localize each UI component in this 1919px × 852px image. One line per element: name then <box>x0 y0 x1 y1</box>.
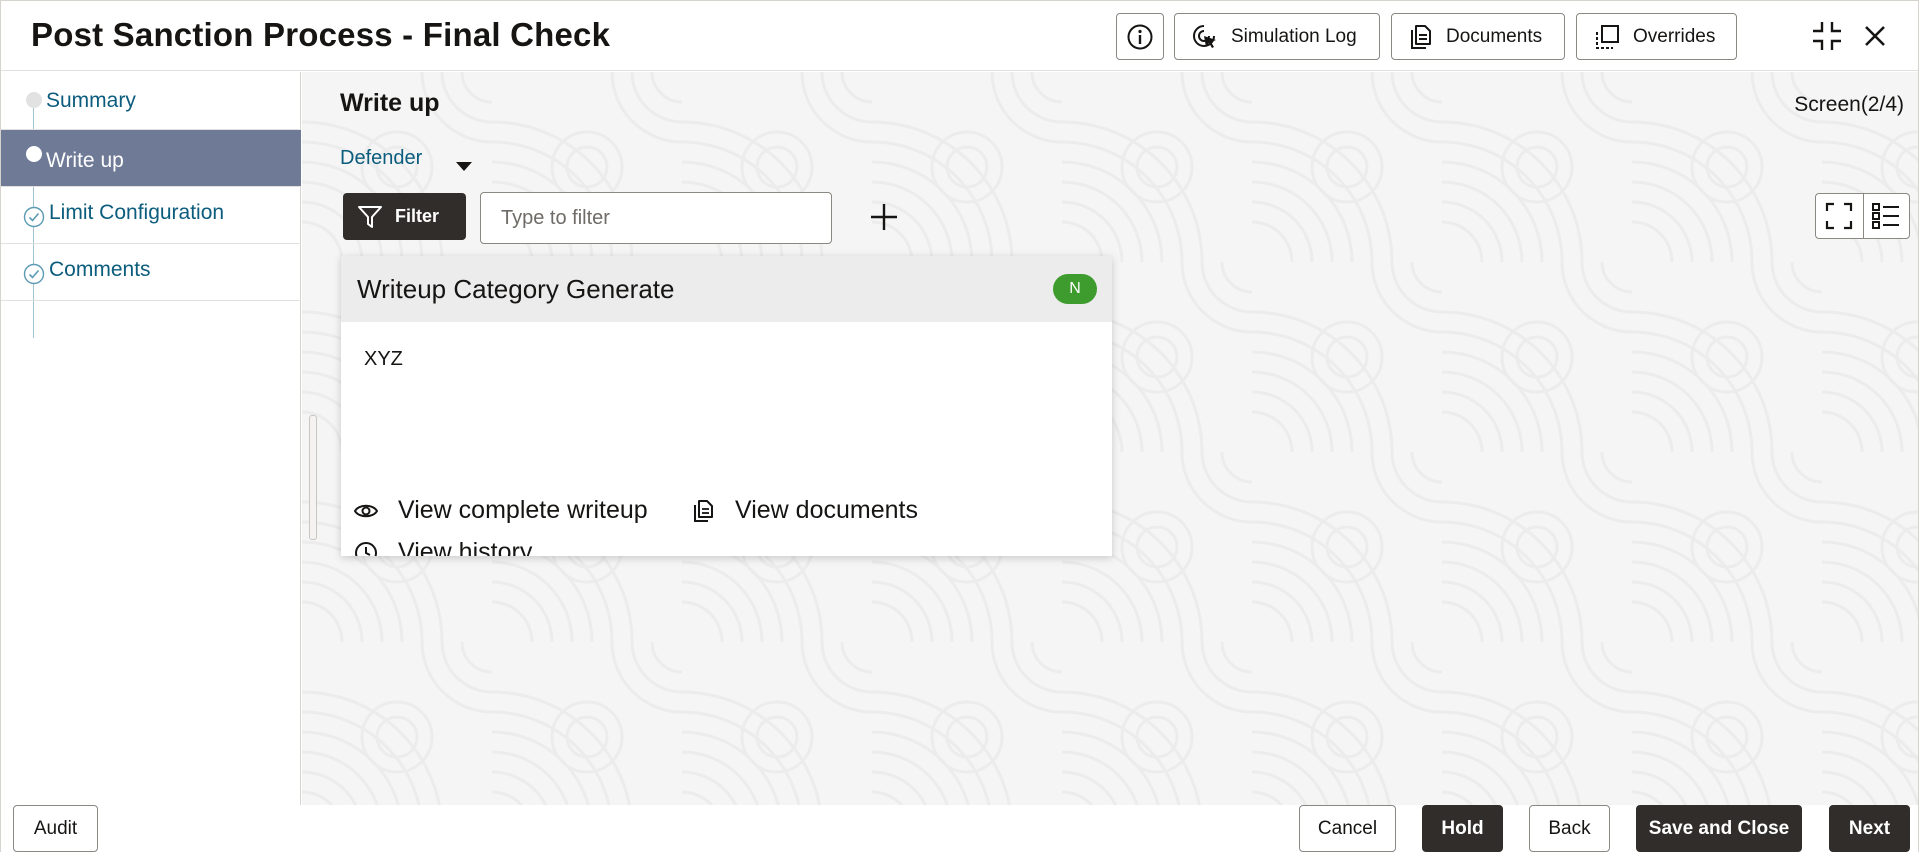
writeup-card: Writeup Category Generate N XYZ View com… <box>341 256 1112 556</box>
step-dot-icon <box>26 146 42 162</box>
overrides-icon <box>1596 24 1619 49</box>
add-button[interactable] <box>866 199 902 235</box>
sidebar-item-limit-configuration[interactable]: Limit Configuration <box>1 187 301 244</box>
card-view-button[interactable] <box>1816 194 1863 238</box>
app-window: Post Sanction Process - Final Check Simu… <box>0 0 1919 852</box>
overrides-label: Overrides <box>1633 25 1716 47</box>
collapse-button[interactable] <box>1806 15 1848 57</box>
status-badge: N <box>1053 274 1097 304</box>
expand-frame-icon <box>1826 202 1853 230</box>
simulation-log-label: Simulation Log <box>1231 25 1357 47</box>
collapse-icon <box>1813 22 1841 50</box>
save-and-close-button[interactable]: Save and Close <box>1636 805 1802 852</box>
check-circle-icon <box>23 263 45 285</box>
view-documents-link[interactable]: View documents <box>693 496 918 525</box>
close-icon <box>1865 26 1885 46</box>
list-icon <box>1872 203 1900 229</box>
hold-button[interactable]: Hold <box>1422 805 1503 852</box>
card-title: Writeup Category Generate <box>357 274 675 304</box>
sidebar-item-label: Write up <box>46 149 124 172</box>
plus-icon <box>871 204 897 230</box>
scrollbar-handle[interactable] <box>309 415 317 540</box>
screen-counter: Screen(2/4) <box>1794 93 1904 116</box>
history-icon <box>355 541 377 556</box>
cancel-button[interactable]: Cancel <box>1299 805 1396 852</box>
sidebar-item-label: Summary <box>46 89 136 112</box>
train-stop-sidebar: Summary Write up Limit Configuration Com… <box>1 72 301 805</box>
caret-down-icon[interactable] <box>456 162 472 171</box>
document-icon <box>694 499 713 522</box>
card-header: Writeup Category Generate N <box>341 256 1112 322</box>
check-circle-icon <box>23 206 45 228</box>
filter-button-label: Filter <box>395 206 440 226</box>
info-icon <box>1127 24 1153 49</box>
documents-icon <box>1411 24 1431 49</box>
header-bar: Post Sanction Process - Final Check Simu… <box>1 1 1918 71</box>
simulation-log-button[interactable]: Simulation Log <box>1174 13 1380 60</box>
documents-button[interactable]: Documents <box>1391 13 1565 60</box>
sidebar-item-label: Limit Configuration <box>49 201 225 224</box>
filter-input[interactable] <box>480 192 832 244</box>
view-toggle <box>1815 193 1910 239</box>
view-documents-label: View documents <box>735 496 918 524</box>
back-button[interactable]: Back <box>1529 805 1610 852</box>
defender-dropdown[interactable]: Defender <box>340 147 422 170</box>
documents-label: Documents <box>1446 25 1543 47</box>
close-button[interactable] <box>1854 15 1896 57</box>
view-complete-writeup-link[interactable]: View complete writeup <box>354 496 648 525</box>
audit-button[interactable]: Audit <box>13 805 98 852</box>
sidebar-item-comments[interactable]: Comments <box>1 244 301 301</box>
filter-button[interactable]: Filter <box>343 193 466 240</box>
eye-icon <box>354 504 378 517</box>
filter-icon <box>358 205 382 228</box>
sidebar-item-write-up[interactable]: Write up <box>1 130 301 187</box>
main-content: Write up Screen(2/4) Defender Filter Typ… <box>302 72 1918 805</box>
info-button[interactable] <box>1116 13 1164 60</box>
sidebar-item-summary[interactable]: Summary <box>1 72 301 130</box>
sidebar-item-label: Comments <box>49 258 151 281</box>
list-view-button[interactable] <box>1862 194 1910 238</box>
card-body-text: XYZ <box>364 348 403 370</box>
next-button[interactable]: Next <box>1829 805 1910 852</box>
page-header-title: Post Sanction Process - Final Check <box>31 16 611 53</box>
pointer-ripple-icon <box>1193 24 1216 48</box>
step-dot-icon <box>26 92 42 108</box>
view-history-label: View history <box>398 538 533 556</box>
page-title: Write up <box>340 89 440 117</box>
overrides-button[interactable]: Overrides <box>1576 13 1737 60</box>
view-complete-writeup-label: View complete writeup <box>398 496 648 524</box>
footer-bar: Audit Cancel Hold Back Save and Close Ne… <box>1 805 1918 852</box>
view-history-link[interactable]: View history <box>354 538 532 556</box>
